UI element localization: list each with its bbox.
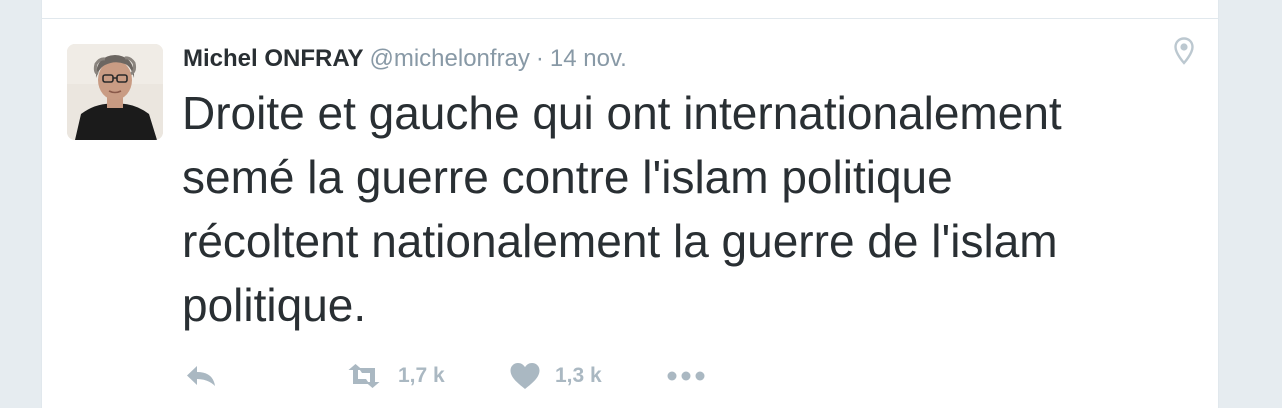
header-separator: ·: [535, 45, 544, 72]
like-count: 1,3 k: [555, 364, 602, 387]
retweet-button[interactable]: 1,7 k: [344, 359, 445, 393]
tweet-card: Michel ONFRAY @michelonfray · 14 nov. Droit…: [41, 0, 1219, 408]
timeline-page: Michel ONFRAY @michelonfray · 14 nov. Droit…: [0, 0, 1282, 408]
more-options-button[interactable]: [666, 359, 706, 393]
author-handle[interactable]: @michelonfray: [369, 45, 529, 72]
tweet[interactable]: Michel ONFRAY @michelonfray · 14 nov. Droit…: [42, 19, 1218, 408]
reply-icon: [184, 363, 218, 389]
location-pin-icon[interactable]: [1174, 37, 1194, 65]
heart-icon: [509, 362, 541, 390]
tweet-text: Droite et gauche qui ont internationalem…: [182, 87, 1062, 331]
more-dots-icon: [666, 370, 706, 382]
retweet-icon: [344, 363, 384, 389]
reply-button[interactable]: [184, 359, 218, 393]
retweet-count: 1,7 k: [398, 364, 445, 387]
like-button[interactable]: 1,3 k: [509, 359, 602, 393]
tweet-timestamp[interactable]: 14 nov.: [550, 45, 627, 72]
avatar[interactable]: [67, 44, 163, 140]
author-name[interactable]: Michel ONFRAY: [183, 45, 363, 72]
tweet-header: Michel ONFRAY @michelonfray · 14 nov.: [183, 45, 627, 73]
tweet-actions: 1,7 k 1,3 k: [184, 359, 784, 393]
author-photo-image: [67, 44, 163, 140]
